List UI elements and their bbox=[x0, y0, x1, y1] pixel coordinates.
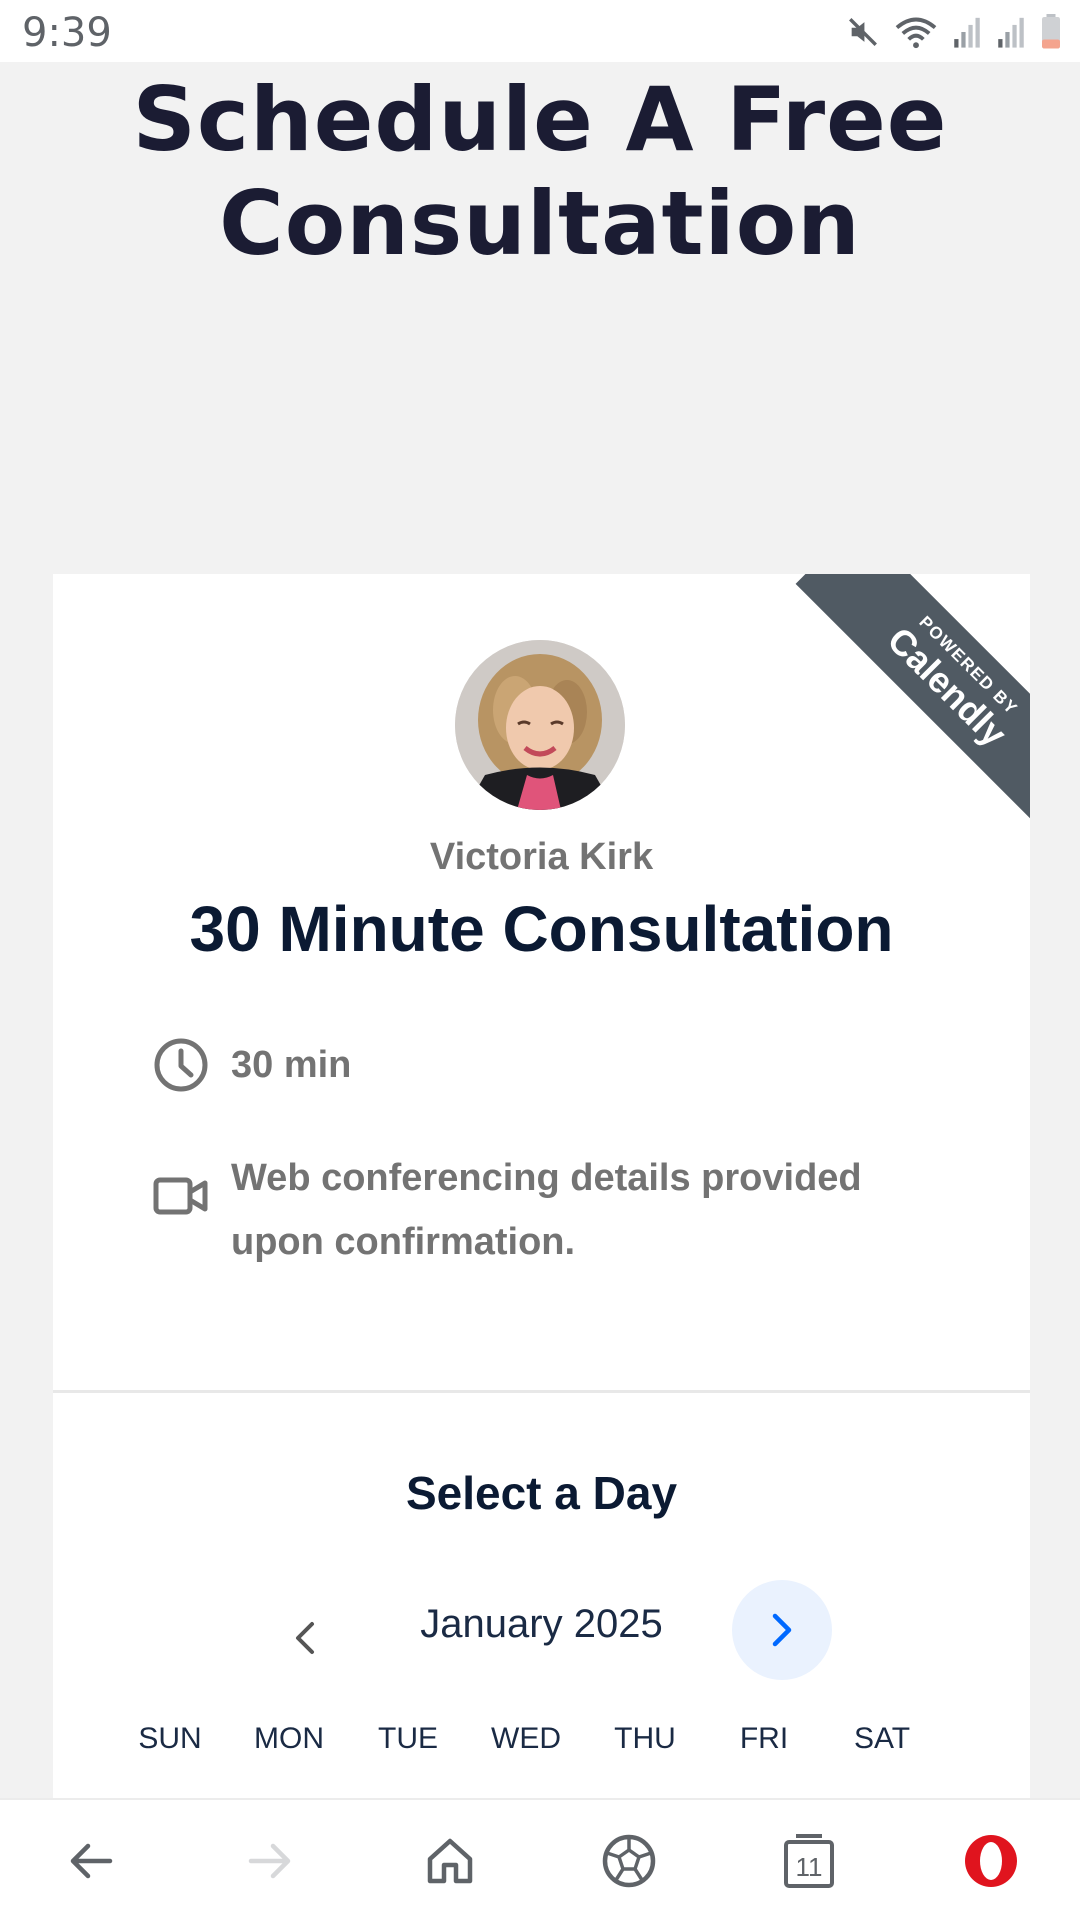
arrow-left-icon bbox=[70, 1843, 113, 1879]
weekday-sat: SAT bbox=[853, 1722, 911, 1755]
battery-icon bbox=[1042, 14, 1060, 49]
signal-icon bbox=[998, 17, 1024, 48]
arrow-right-icon bbox=[248, 1843, 291, 1879]
status-time: 9:39 bbox=[22, 10, 112, 56]
scheduling-card: POWERED BY Calendly Victoria Kirk 30 Min… bbox=[53, 574, 1030, 1799]
home-icon bbox=[427, 1838, 473, 1884]
weekday-sun: SUN bbox=[138, 1722, 202, 1755]
weekday-wed: WED bbox=[491, 1722, 561, 1755]
soccer-ball-icon bbox=[602, 1834, 656, 1888]
conferencing-text-line-1: Web conferencing details provided bbox=[231, 1157, 862, 1199]
speed-dial-button[interactable] bbox=[589, 1826, 669, 1896]
conferencing-row: Web conferencing details provided upon c… bbox=[153, 1146, 913, 1274]
page-title: Schedule A Free Consultation bbox=[0, 68, 1080, 276]
page-title-line-1: Schedule A Free bbox=[132, 68, 948, 171]
next-month-button[interactable] bbox=[732, 1580, 832, 1680]
tabs-count: 11 bbox=[795, 1852, 823, 1882]
chevron-right-icon bbox=[772, 1613, 792, 1647]
weekday-tue: TUE bbox=[378, 1722, 438, 1755]
browser-bottom-bar: 11 bbox=[0, 1798, 1080, 1922]
video-camera-icon bbox=[153, 1177, 208, 1215]
tabs-button[interactable]: 11 bbox=[769, 1826, 849, 1896]
card-divider bbox=[53, 1390, 1030, 1393]
conferencing-text-line-2: upon confirmation. bbox=[231, 1221, 576, 1263]
back-button[interactable] bbox=[51, 1826, 131, 1896]
status-bar: 9:39 bbox=[0, 0, 1080, 62]
weekday-thu: THU bbox=[614, 1722, 676, 1755]
status-icons bbox=[846, 12, 1062, 52]
weekday-header: SUN MON TUE WED THU FRI SAT bbox=[115, 1722, 1005, 1766]
weekday-mon: MON bbox=[254, 1722, 324, 1755]
month-label: January 2025 bbox=[420, 1602, 663, 1646]
duration-row: 30 min bbox=[153, 1037, 351, 1093]
select-day-heading: Select a Day bbox=[405, 1467, 678, 1519]
conferencing-text: Web conferencing details provided upon c… bbox=[231, 1146, 862, 1274]
forward-button[interactable] bbox=[230, 1826, 310, 1896]
host-name: Victoria Kirk bbox=[429, 836, 654, 878]
clock-icon bbox=[154, 1038, 208, 1092]
weekday-fri: FRI bbox=[739, 1722, 789, 1755]
page-title-line-2: Consultation bbox=[219, 172, 861, 275]
home-button[interactable] bbox=[410, 1826, 490, 1896]
opera-logo-icon bbox=[965, 1835, 1017, 1887]
event-title: 30 Minute Consultation bbox=[189, 893, 894, 965]
opera-menu-button[interactable] bbox=[951, 1826, 1031, 1896]
wifi-icon bbox=[895, 17, 937, 49]
signal-icon bbox=[954, 17, 980, 48]
duration-text: 30 min bbox=[231, 1044, 352, 1086]
powered-by-calendly-ribbon[interactable]: POWERED BY Calendly bbox=[780, 574, 1030, 824]
mute-icon bbox=[849, 18, 877, 46]
host-avatar bbox=[455, 640, 625, 810]
